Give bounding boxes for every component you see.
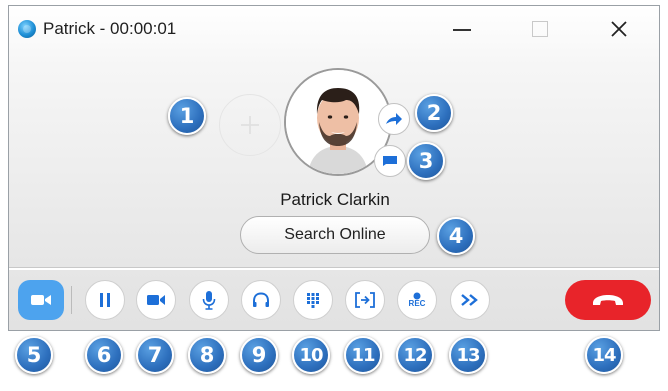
callout-badge: 7 (136, 336, 174, 374)
hang-up-button[interactable] (565, 280, 651, 320)
chat-button[interactable] (374, 145, 406, 177)
add-participant-button[interactable] (219, 94, 281, 156)
callout-badge: 1 (168, 97, 206, 135)
video-button[interactable] (136, 280, 176, 320)
callout-badge: 11 (344, 336, 382, 374)
keypad-icon (307, 293, 319, 308)
close-icon (611, 21, 627, 37)
video-camera-icon (147, 295, 165, 305)
screen-share-icon (355, 292, 375, 308)
transfer-call-button[interactable] (378, 103, 410, 135)
mute-button[interactable] (189, 280, 229, 320)
phone-hangup-icon (593, 295, 623, 305)
callout-badge: 5 (15, 336, 53, 374)
transfer-arrow-icon (386, 113, 402, 125)
transfer-button[interactable] (450, 280, 490, 320)
call-window: Patrick - 00:00:01 Patrick Clarkin Searc… (8, 5, 660, 331)
contact-name: Patrick Clarkin (280, 190, 390, 209)
video-toggle-button[interactable] (18, 280, 64, 320)
record-button[interactable]: REC (397, 280, 437, 320)
callout-badge: 4 (437, 217, 475, 255)
dial-pad-button[interactable] (293, 280, 333, 320)
headset-icon (253, 292, 269, 307)
callout-badge: 14 (585, 336, 623, 374)
close-button[interactable] (596, 12, 642, 46)
app-logo-icon (18, 20, 36, 38)
audio-device-button[interactable] (241, 280, 281, 320)
callout-badge: 8 (188, 336, 226, 374)
chat-bubble-icon (383, 156, 397, 166)
maximize-button[interactable] (517, 12, 563, 46)
call-toolbar: REC (9, 269, 659, 332)
callout-badge: 10 (292, 336, 330, 374)
callout-badge: 9 (240, 336, 278, 374)
maximize-icon (532, 21, 548, 37)
video-camera-icon (31, 295, 51, 305)
plus-icon (241, 116, 259, 134)
minimize-button[interactable] (439, 12, 485, 46)
callout-badge: 12 (396, 336, 434, 374)
window-title: Patrick - 00:00:01 (43, 19, 177, 38)
title-bar[interactable]: Patrick - 00:00:01 (9, 6, 659, 52)
callout-badge: 2 (415, 94, 453, 132)
microphone-icon (202, 291, 216, 310)
callout-badge: 3 (407, 142, 445, 180)
hold-button[interactable] (85, 280, 125, 320)
share-screen-button[interactable] (345, 280, 385, 320)
pause-icon (100, 293, 110, 307)
search-online-button[interactable]: Search Online (240, 216, 430, 254)
toolbar-separator (71, 286, 72, 314)
fast-forward-icon (461, 294, 478, 306)
minimize-icon (453, 29, 471, 31)
callout-badge: 13 (449, 336, 487, 374)
callout-badge: 6 (85, 336, 123, 374)
record-label: REC (408, 299, 426, 308)
